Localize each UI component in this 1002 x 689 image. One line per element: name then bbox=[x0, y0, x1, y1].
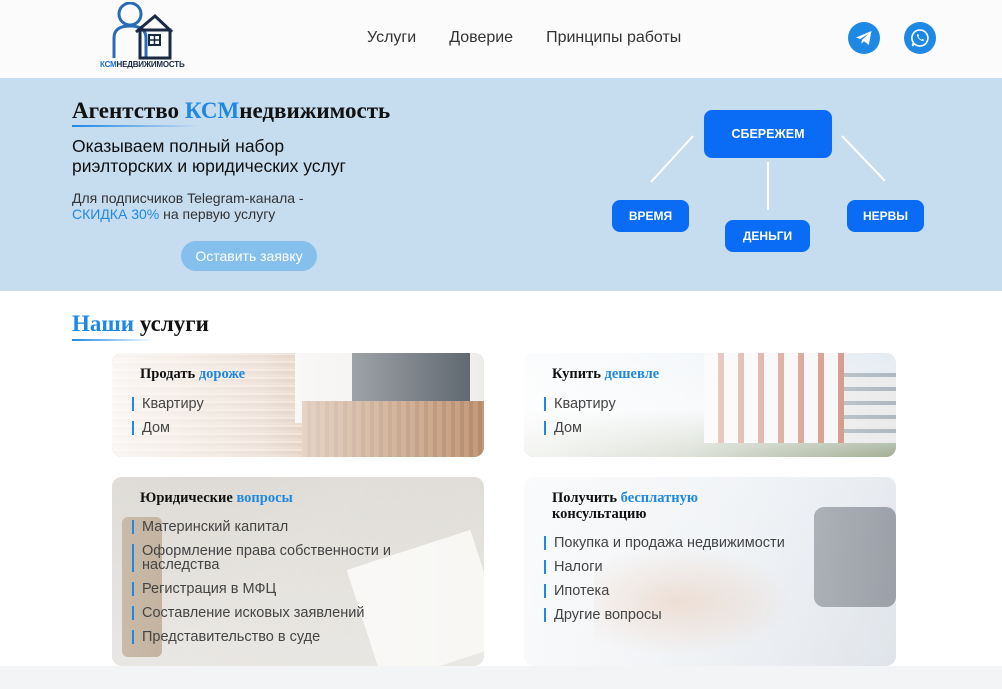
telegram-button[interactable] bbox=[848, 22, 880, 54]
promo-discount: СКИДКА 30% bbox=[72, 206, 160, 222]
telegram-icon bbox=[856, 31, 872, 45]
site-header: КСМНЕДВИЖИМОСТЬ Услуги Доверие Принципы … bbox=[0, 0, 1002, 78]
card-title-text: Купить bbox=[552, 366, 605, 382]
card-list: Квартиру Дом bbox=[544, 397, 616, 445]
card-title-line2: консультацию bbox=[552, 506, 647, 522]
hero-title-post: недвижимость bbox=[239, 98, 391, 123]
hero-promo: Для подписчиков Telegram-канала - СКИДКА… bbox=[72, 190, 304, 222]
hero-subtitle-line: риэлторских и юридических услуг bbox=[72, 156, 346, 176]
leave-request-button[interactable]: Оставить заявку bbox=[181, 241, 317, 271]
nav-trust[interactable]: Доверие bbox=[449, 29, 513, 47]
hero-title: Агентство КСМнедвижимость bbox=[72, 98, 390, 124]
pill-nerves: НЕРВЫ bbox=[847, 200, 924, 232]
card-title-text: Получить bbox=[552, 490, 621, 506]
list-item[interactable]: Дом bbox=[544, 421, 616, 435]
nav-services[interactable]: Услуги bbox=[367, 29, 416, 47]
card-title-accent: бесплатную bbox=[620, 490, 698, 506]
list-item[interactable]: Квартиру bbox=[544, 397, 616, 411]
services-title: Наши услуги bbox=[72, 311, 209, 337]
list-item[interactable]: Составление исковых заявлений bbox=[132, 606, 422, 620]
card-title: Продать дороже bbox=[140, 366, 245, 382]
services-section: Наши услуги Продать дороже Квартиру Дом … bbox=[0, 291, 1002, 666]
card-title-accent: дешевле bbox=[604, 366, 660, 382]
card-list: Материнский капитал Оформление права соб… bbox=[132, 520, 422, 654]
service-card-sell[interactable]: Продать дороже Квартиру Дом bbox=[112, 353, 484, 457]
service-card-buy[interactable]: Купить дешевле Квартиру Дом bbox=[524, 353, 896, 457]
whatsapp-button[interactable] bbox=[904, 22, 936, 54]
card-title-text: Продать bbox=[140, 366, 199, 382]
logo[interactable]: КСМНЕДВИЖИМОСТЬ bbox=[100, 1, 188, 74]
whatsapp-icon bbox=[911, 29, 929, 47]
list-item[interactable]: Материнский капитал bbox=[132, 520, 422, 534]
list-item[interactable]: Представительство в суде bbox=[132, 630, 422, 644]
pill-time: ВРЕМЯ bbox=[612, 200, 689, 232]
services-title-accent: Наши bbox=[72, 311, 135, 336]
list-item[interactable]: Покупка и продажа недвижимости bbox=[544, 536, 785, 550]
card-title-text: Юридические bbox=[140, 490, 237, 506]
hero-title-accent: КСМ bbox=[184, 98, 240, 123]
hero-subtitle: Оказываем полный набор риэлторских и юри… bbox=[72, 136, 346, 176]
service-card-consult[interactable]: Получить бесплатную консультацию Покупка… bbox=[524, 477, 896, 666]
service-card-legal[interactable]: Юридические вопросы Материнский капитал … bbox=[112, 477, 484, 666]
hero-underline bbox=[72, 125, 200, 127]
logo-prefix: КСМ bbox=[100, 60, 117, 69]
list-item[interactable]: Регистрация в МФЦ bbox=[132, 582, 422, 596]
card-list: Квартиру Дом bbox=[132, 397, 204, 445]
hero-section: Агентство КСМнедвижимость Оказываем полн… bbox=[0, 78, 1002, 291]
house-person-icon bbox=[112, 1, 174, 60]
promo-tail: на первую услугу bbox=[159, 206, 276, 222]
list-item[interactable]: Ипотека bbox=[544, 584, 785, 598]
main-nav: Услуги Доверие Принципы работы bbox=[367, 29, 681, 47]
card-title: Купить дешевле bbox=[552, 366, 659, 382]
card-title: Юридические вопросы bbox=[140, 490, 293, 506]
list-item[interactable]: Квартиру bbox=[132, 397, 204, 411]
hero-title-pre: Агентство bbox=[72, 98, 185, 123]
logo-suffix: НЕДВИЖИМОСТЬ bbox=[116, 60, 185, 69]
logo-text: КСМНЕДВИЖИМОСТЬ bbox=[100, 60, 185, 69]
pill-money: ДЕНЬГИ bbox=[725, 220, 810, 252]
card-title-accent: дороже bbox=[198, 366, 246, 382]
card-list: Покупка и продажа недвижимости Налоги Ип… bbox=[544, 536, 785, 632]
nav-principles[interactable]: Принципы работы bbox=[546, 29, 681, 47]
list-item[interactable]: Другие вопросы bbox=[544, 608, 785, 622]
pill-save: СБЕРЕЖЕМ bbox=[704, 110, 832, 158]
hero-subtitle-line: Оказываем полный набор bbox=[72, 136, 285, 156]
card-title: Получить бесплатную консультацию bbox=[552, 490, 698, 522]
services-title-post: услуги bbox=[134, 311, 209, 336]
list-item[interactable]: Дом bbox=[132, 421, 204, 435]
services-underline bbox=[72, 339, 154, 341]
list-item[interactable]: Оформление права собственности и наследс… bbox=[132, 544, 422, 572]
list-item[interactable]: Налоги bbox=[544, 560, 785, 574]
promo-line: Для подписчиков Telegram-канала - bbox=[72, 190, 304, 206]
card-title-accent: вопросы bbox=[236, 490, 293, 506]
